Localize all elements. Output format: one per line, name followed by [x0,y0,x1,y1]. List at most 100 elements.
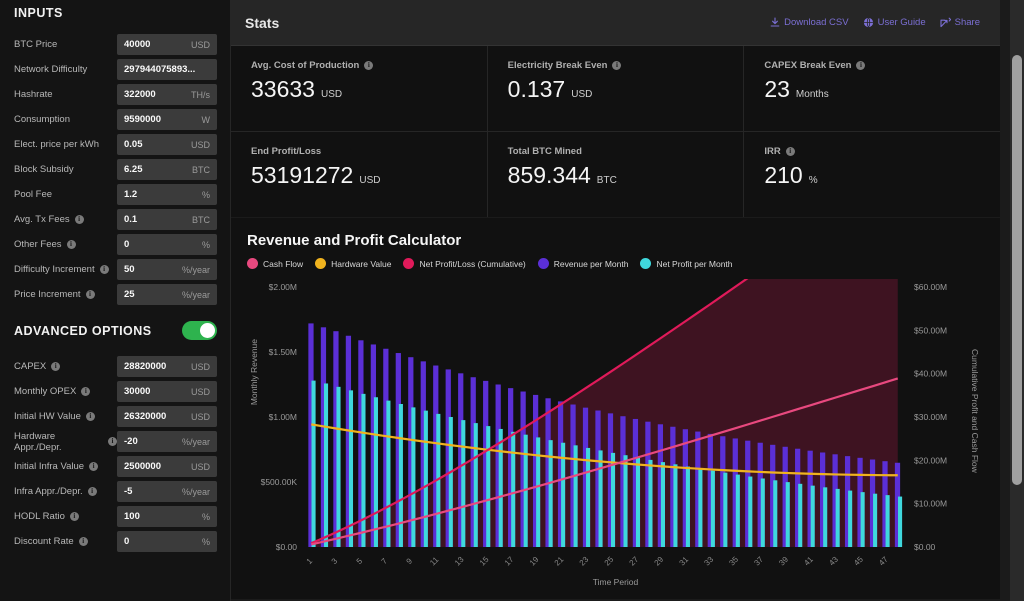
bar-net-profit-per-month[interactable] [860,492,865,547]
download-csv-link[interactable]: Download CSV [770,17,849,28]
y2-tick-label: $10.00M [914,499,947,509]
bar-net-profit-per-month[interactable] [673,464,678,547]
bar-net-profit-per-month[interactable] [473,423,478,547]
bar-net-profit-per-month[interactable] [685,466,690,547]
info-icon[interactable]: i [99,265,109,274]
bar-net-profit-per-month[interactable] [835,488,840,547]
bar-net-profit-per-month[interactable] [748,476,753,547]
bar-net-profit-per-month[interactable] [873,493,878,547]
y2-tick-label: $60.00M [914,282,947,292]
bar-net-profit-per-month[interactable] [598,450,603,547]
bar-net-profit-per-month[interactable] [898,496,903,547]
input-unit: USD [190,386,210,397]
bar-net-profit-per-month[interactable] [611,452,616,547]
bar-net-profit-per-month[interactable] [461,420,466,547]
bar-net-profit-per-month[interactable] [373,397,378,547]
bar-net-profit-per-month[interactable] [810,485,815,547]
info-icon[interactable]: i [108,437,117,446]
legend-item[interactable]: Revenue per Month [537,258,628,269]
info-icon[interactable]: i [85,412,95,421]
input-field[interactable]: 6.25 BTC [117,159,217,180]
info-icon[interactable]: i [78,537,88,546]
input-field[interactable]: 322000 TH/s [117,84,217,105]
bar-net-profit-per-month[interactable] [773,480,778,547]
input-field[interactable]: -5 %/year [117,481,217,502]
bar-net-profit-per-month[interactable] [623,455,628,547]
info-icon[interactable]: i [89,462,99,471]
bar-net-profit-per-month[interactable] [660,462,666,547]
input-value: 0 [124,536,130,547]
input-field[interactable]: 9590000 W [117,109,217,130]
input-field[interactable]: -20 %/year [117,431,217,452]
user-guide-link[interactable]: User Guide [863,17,926,28]
input-field[interactable]: 2500000 USD [117,456,217,477]
info-icon[interactable]: i [785,147,795,156]
input-field[interactable]: 30000 USD [117,381,217,402]
info-icon[interactable]: i [87,487,97,496]
bar-net-profit-per-month[interactable] [635,457,641,547]
info-icon[interactable]: i [612,61,622,70]
chart-title: Revenue and Profit Calculator [247,232,462,249]
info-icon[interactable]: i [856,61,866,70]
bar-net-profit-per-month[interactable] [511,431,516,547]
legend-item[interactable]: Net Profit/Loss (Cumulative) [403,258,526,269]
main-content: Stats Download CSV User Guide Share Avg.… [231,0,1024,601]
input-field[interactable]: 1.2% [117,184,217,205]
legend-item[interactable]: Hardware Value [315,258,391,269]
bar-net-profit-per-month[interactable] [498,428,503,547]
bar-net-profit-per-month[interactable] [311,380,316,547]
bar-net-profit-per-month[interactable] [848,490,853,547]
info-icon[interactable]: i [66,240,76,249]
input-field[interactable]: 28820000 USD [117,356,217,377]
info-icon[interactable]: i [85,290,95,299]
share-link[interactable]: Share [940,17,980,28]
info-icon[interactable]: i [69,512,79,521]
bar-net-profit-per-month[interactable] [760,478,765,547]
bar-net-profit-per-month[interactable] [698,468,703,547]
info-icon[interactable]: i [364,61,374,70]
bar-net-profit-per-month[interactable] [361,393,366,547]
info-icon[interactable]: i [74,215,84,224]
input-field[interactable]: 297944075893... [117,59,217,80]
scrollbar-thumb[interactable] [1012,55,1022,485]
input-field[interactable]: 0.05 USD [117,134,217,155]
bar-net-profit-per-month[interactable] [536,437,541,547]
bar-net-profit-per-month[interactable] [486,426,491,547]
x-tick-label: 23 [578,555,591,568]
bar-net-profit-per-month[interactable] [586,447,591,547]
bar-net-profit-per-month[interactable] [735,474,740,547]
input-field[interactable]: 50 %/year [117,259,217,280]
bar-net-profit-per-month[interactable] [648,459,653,547]
input-label: Difficulty Increment i [14,264,117,275]
input-field[interactable]: 25 %/year [117,284,217,305]
info-icon[interactable]: i [51,362,61,371]
input-value: -5 [124,486,133,497]
bar-net-profit-per-month[interactable] [423,410,428,547]
input-field[interactable]: 40000 USD [117,34,217,55]
info-icon[interactable]: i [81,387,91,396]
bar-net-profit-per-month[interactable] [710,470,715,547]
legend-item[interactable]: Cash Flow [247,258,303,269]
bar-net-profit-per-month[interactable] [573,445,578,547]
bar-net-profit-per-month[interactable] [398,404,403,547]
bar-net-profit-per-month[interactable] [323,383,329,547]
bar-net-profit-per-month[interactable] [336,386,341,547]
bar-net-profit-per-month[interactable] [798,483,803,547]
input-row: Initial HW Value i 26320000 USD [14,404,217,429]
vertical-scrollbar[interactable] [1010,0,1024,601]
input-field[interactable]: 100% [117,506,217,527]
bar-net-profit-per-month[interactable] [885,495,890,547]
bar-net-profit-per-month[interactable] [448,417,453,547]
bar-net-profit-per-month[interactable] [411,407,416,547]
advanced-options-toggle[interactable] [182,321,217,340]
input-unit: %/year [181,436,210,447]
input-field[interactable]: 26320000 USD [117,406,217,427]
legend-item[interactable]: Net Profit per Month [640,258,733,269]
input-field[interactable]: 0.1 BTC [117,209,217,230]
bar-net-profit-per-month[interactable] [785,482,790,547]
input-field[interactable]: 0% [117,531,217,552]
bar-net-profit-per-month[interactable] [823,487,828,547]
input-field[interactable]: 0% [117,234,217,255]
input-row: CAPEX i 28820000 USD [14,354,217,379]
bar-net-profit-per-month[interactable] [723,472,728,547]
